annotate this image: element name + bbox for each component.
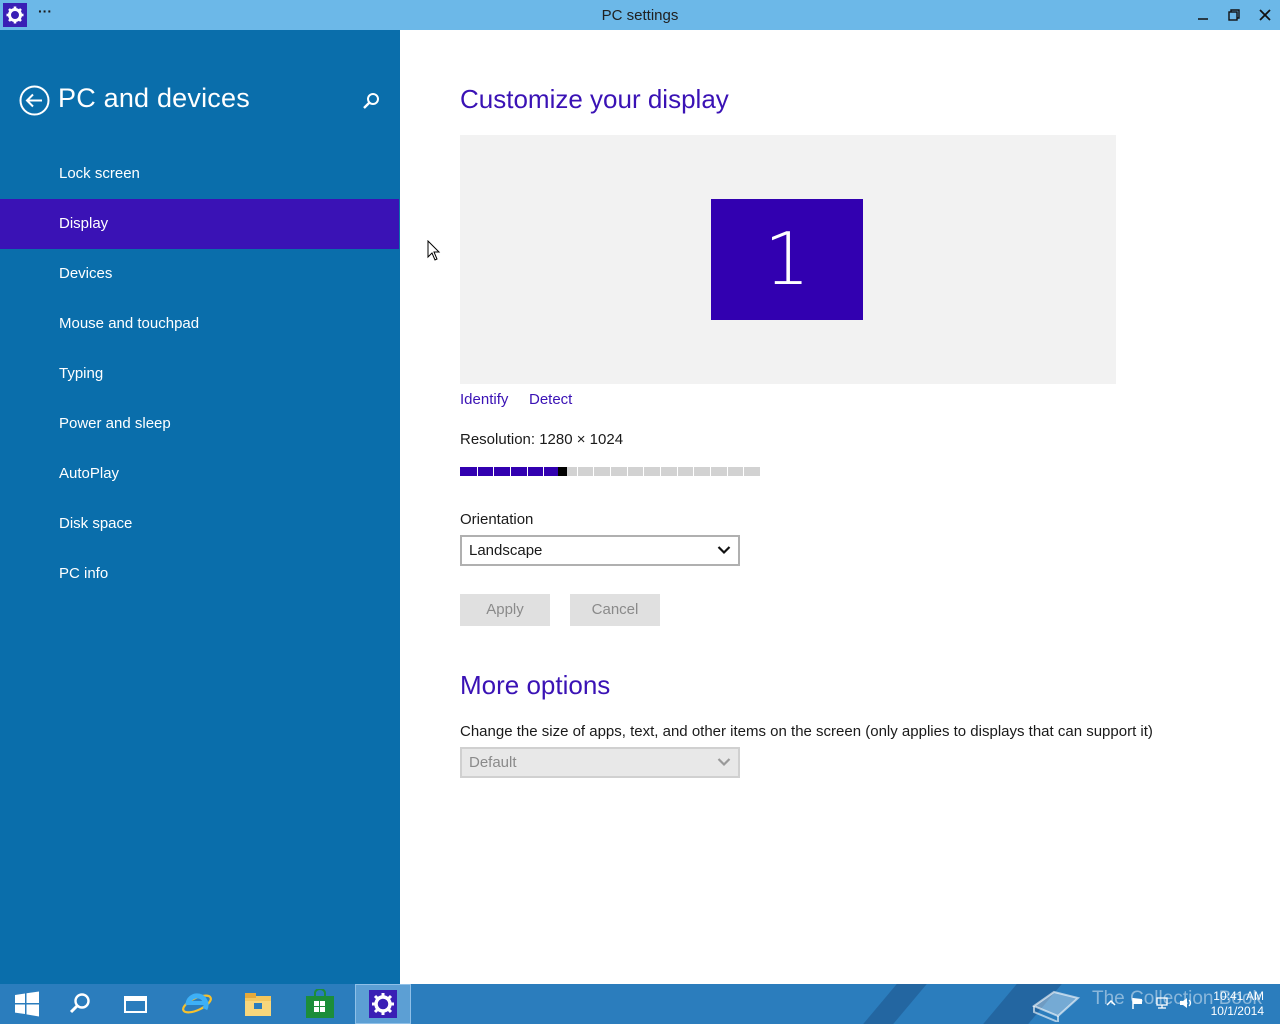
slider-tick [660, 467, 661, 476]
resolution-label: Resolution: 1280 × 1024 [460, 431, 624, 448]
slider-tick [493, 467, 494, 476]
restore-icon [1228, 9, 1240, 21]
sidebar-item-autoplay[interactable]: AutoPlay [0, 449, 399, 499]
slider-tick [727, 467, 728, 476]
clock-date: 10/1/2014 [1210, 1004, 1264, 1018]
orientation-dropdown[interactable]: Landscape [460, 535, 740, 566]
slider-tick [577, 467, 578, 476]
sidebar-heading: PC and devices [58, 83, 250, 113]
sidebar-item-pc-info[interactable]: PC info [0, 549, 399, 599]
clock-time: 10:41 AM [1213, 989, 1264, 1003]
system-clock[interactable]: 10:41 AM 10/1/2014 [1200, 989, 1264, 1019]
slider-thumb[interactable] [558, 467, 567, 476]
store-button[interactable] [293, 984, 347, 1024]
minimize-icon [1198, 18, 1208, 20]
internet-explorer-button[interactable] [170, 984, 224, 1024]
chevron-down-icon [717, 546, 731, 555]
sidebar-item-devices[interactable]: Devices [0, 249, 399, 299]
minimize-button[interactable] [1187, 0, 1219, 30]
slider-tick [510, 467, 511, 476]
resolution-slider[interactable] [460, 467, 760, 476]
sidebar: PC and devices Lock screen Display Devic… [0, 30, 400, 984]
scaling-value: Default [469, 754, 517, 771]
slider-tick [527, 467, 528, 476]
maximize-button[interactable] [1218, 0, 1250, 30]
taskbar-search-button[interactable] [53, 984, 107, 1024]
orientation-label: Orientation [460, 511, 534, 528]
slider-tick [543, 467, 544, 476]
sidebar-item-lock-screen[interactable]: Lock screen [0, 149, 399, 199]
monitor-tile[interactable]: 1 [711, 199, 863, 320]
slider-tick [593, 467, 594, 476]
slider-tick [677, 467, 678, 476]
sidebar-item-power-and-sleep[interactable]: Power and sleep [0, 399, 399, 449]
sidebar-item-disk-space[interactable]: Disk space [0, 499, 399, 549]
close-icon [1259, 9, 1271, 21]
action-center-flag-icon[interactable] [1130, 996, 1144, 1010]
scaling-dropdown[interactable]: Default [460, 747, 740, 778]
scaling-label: Change the size of apps, text, and other… [460, 723, 1153, 740]
settings-icon [369, 990, 397, 1018]
sidebar-item-typing[interactable]: Typing [0, 349, 399, 399]
network-icon[interactable] [1155, 996, 1169, 1010]
window-title: PC settings [601, 7, 679, 24]
search-icon [69, 993, 90, 1014]
orientation-value: Landscape [469, 542, 543, 559]
page-title: Customize your display [460, 84, 729, 114]
file-explorer-icon [245, 993, 271, 1016]
main-content: Customize your display 1 Identify Detect… [400, 30, 1280, 984]
more-options-heading: More options [460, 670, 611, 700]
book-logo-icon [1031, 990, 1081, 1022]
windows-logo-icon [15, 991, 39, 1017]
slider-tick [477, 467, 478, 476]
detect-link[interactable]: Detect [529, 391, 572, 408]
search-button[interactable] [361, 91, 381, 111]
task-view-icon [124, 996, 147, 1013]
mouse-cursor-icon [427, 240, 441, 261]
cancel-button[interactable]: Cancel [570, 594, 660, 626]
sidebar-item-mouse-and-touchpad[interactable]: Mouse and touchpad [0, 299, 399, 349]
slider-tick [693, 467, 694, 476]
close-button[interactable] [1249, 0, 1280, 30]
start-button[interactable] [0, 984, 54, 1024]
slider-tick [627, 467, 628, 476]
back-arrow-icon [19, 85, 50, 116]
display-preview: 1 [460, 135, 1116, 384]
sidebar-item-display[interactable]: Display [0, 199, 399, 249]
slider-tick [643, 467, 644, 476]
task-view-button[interactable] [109, 984, 163, 1024]
taskbar: The Collection Book 10:41 AM 10/1/2014 [0, 984, 1280, 1024]
settings-taskbar-button[interactable] [355, 984, 411, 1024]
slider-tick [710, 467, 711, 476]
back-button[interactable] [19, 85, 50, 116]
store-icon [306, 989, 334, 1018]
slider-tick [743, 467, 744, 476]
slider-tick [610, 467, 611, 476]
volume-icon[interactable] [1179, 996, 1193, 1010]
title-bar: ··· PC settings [0, 0, 1280, 30]
chevron-down-icon [717, 758, 731, 767]
file-explorer-button[interactable] [231, 984, 285, 1024]
show-hidden-icons-icon[interactable] [1104, 996, 1118, 1010]
identify-link[interactable]: Identify [460, 391, 508, 408]
apply-button[interactable]: Apply [460, 594, 550, 626]
search-icon [363, 93, 379, 109]
internet-explorer-icon [182, 993, 212, 1014]
